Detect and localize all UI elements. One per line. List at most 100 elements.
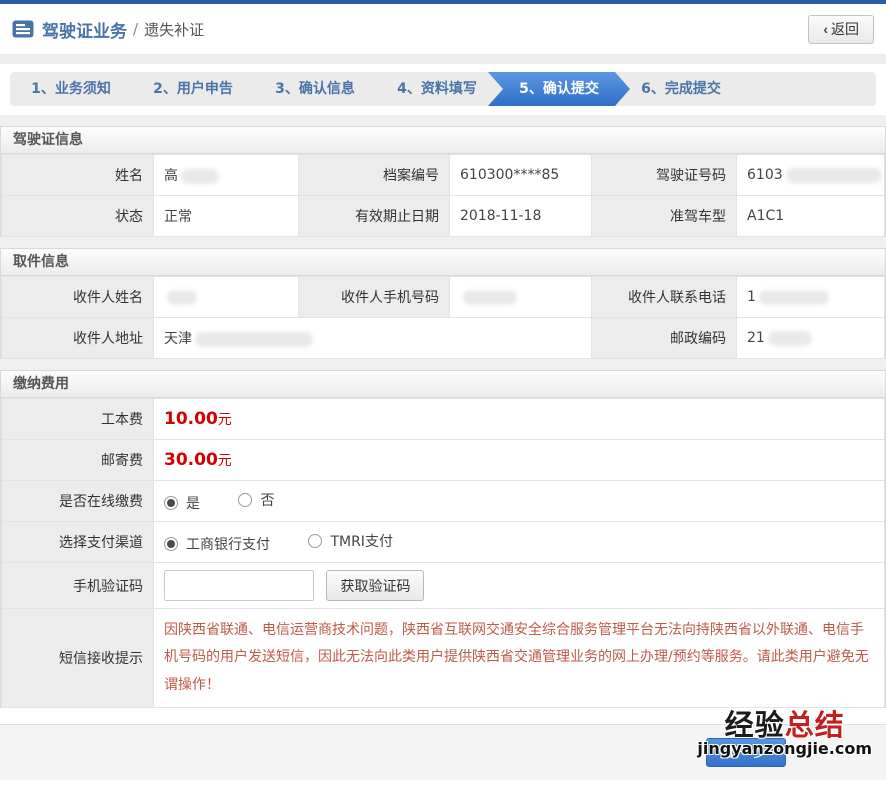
sms-notice-label: 短信接收提示 [1,608,154,708]
pay-channel-label: 选择支付渠道 [1,521,154,563]
step-tab-1[interactable]: 1、业务须知 [10,72,132,106]
step-tab-6[interactable]: 6、完成提交 [620,72,742,106]
card-fee-label: 工本费 [1,398,154,440]
recipient-address-label: 收件人地址 [1,317,154,359]
recipient-mobile-label: 收件人手机号码 [298,276,450,318]
get-sms-code-button[interactable]: 获取验证码 [326,570,425,601]
postage-fee-value: 30.00元 [153,439,885,481]
pay-channel-icbc-option[interactable]: 工商银行支付 [164,534,270,554]
redaction-smudge [785,167,882,183]
previous-step-button[interactable]: 上一步 [706,737,786,767]
online-pay-label: 是否在线缴费 [1,480,154,522]
table-row: 短信接收提示 因陕西省联通、电信运营商技术问题，陕西省互联网交通安全综合服务管理… [1,608,885,708]
main-panel: 1、业务须知 2、用户申告 3、确认信息 4、资料填写 5、确认提交 6、完成提… [0,64,886,789]
valid-until-value: 2018-11-18 [449,195,592,237]
radio-unchecked-icon[interactable] [238,492,253,507]
table-row: 收件人地址 天津 邮政编码 21 [1,317,885,359]
step-tab-2[interactable]: 2、用户申告 [132,72,254,106]
table-row: 工本费 10.00元 [1,398,885,440]
table-row: 收件人姓名 收件人手机号码 收件人联系电话 1 [1,276,885,318]
breadcrumb-divider: / [133,20,139,38]
recipient-address-value: 天津 [153,317,592,359]
name-value: 高 [153,154,299,196]
section-gap [0,359,886,370]
file-no-value: 610300****85 [449,154,592,196]
license-info-section: 驾驶证信息 姓名 高 档案编号 610300****85 驾驶证号码 6103 … [0,126,886,237]
online-pay-yes-option[interactable]: 是 [164,493,200,513]
redaction-smudge [195,331,313,347]
header: 驾驶证业务 / 遗失补证 ‹ 返回 [0,4,886,54]
recipient-phone-label: 收件人联系电话 [591,276,737,318]
postage-fee-label: 邮寄费 [1,439,154,481]
radio-checked-icon[interactable] [164,536,178,551]
pay-channel-options: 工商银行支付 TMRI支付 [153,521,885,563]
pay-channel-tmri-option[interactable]: TMRI支付 [308,531,393,551]
back-button[interactable]: ‹ 返回 [808,14,874,44]
valid-until-label: 有效期止日期 [298,195,450,237]
recipient-phone-value: 1 [736,276,885,318]
pay-channel-icbc-label[interactable]: 工商银行支付 [186,534,270,554]
payment-title: 缴纳费用 [1,371,885,398]
radio-checked-icon[interactable] [164,495,178,510]
license-info-table: 姓名 高 档案编号 610300****85 驾驶证号码 6103 状态 正常 … [1,154,885,237]
bottom-strip [0,779,886,789]
vehicle-class-label: 准驾车型 [591,195,737,237]
table-row: 选择支付渠道 工商银行支付 TMRI支付 [1,521,885,563]
pickup-info-section: 取件信息 收件人姓名 收件人手机号码 收件人联系电话 1 收件人地址 天津 邮政… [0,248,886,359]
form-list-icon [12,20,34,38]
breadcrumb-current: 遗失补证 [144,20,205,39]
redaction-smudge [181,168,219,184]
redaction-smudge [167,289,197,305]
redaction-smudge [758,289,829,305]
postage-fee-amount: 30.00 [164,450,218,470]
status-label: 状态 [1,195,154,237]
pickup-info-title: 取件信息 [1,249,885,276]
step-tab-3[interactable]: 3、确认信息 [254,72,376,106]
postal-code-label: 邮政编码 [591,317,737,359]
payment-section: 缴纳费用 工本费 10.00元 邮寄费 30.00元 是否在线缴费 是 否 选择… [0,370,886,708]
radio-unchecked-icon[interactable] [308,533,323,548]
section-gap [0,115,886,126]
vehicle-class-value: A1C1 [736,195,885,237]
license-info-title: 驾驶证信息 [1,127,885,154]
card-fee-unit: 元 [217,412,232,428]
sms-code-label: 手机验证码 [1,562,154,609]
online-pay-no-label[interactable]: 否 [260,490,274,510]
recipient-name-label: 收件人姓名 [1,276,154,318]
table-row: 手机验证码 获取验证码 [1,562,885,609]
online-pay-yes-label[interactable]: 是 [186,493,200,513]
license-no-value: 6103 [736,154,885,196]
status-value: 正常 [153,195,299,237]
redaction-smudge [767,330,812,346]
license-no-label: 驾驶证号码 [591,154,737,196]
sms-code-input[interactable] [164,570,314,601]
footer-bar: 上一步 [0,723,886,780]
card-fee-value: 10.00元 [153,398,885,440]
step-tab-4[interactable]: 4、资料填写 [376,72,498,106]
sms-code-field-cell: 获取验证码 [153,562,885,609]
redaction-smudge [463,289,517,305]
postage-fee-unit: 元 [217,453,232,469]
online-pay-no-option[interactable]: 否 [238,490,274,510]
sms-notice-text: 因陕西省联通、电信运营商技术问题，陕西省互联网交通安全综合服务管理平台无法向持陕… [153,608,885,708]
table-row: 邮寄费 30.00元 [1,439,885,481]
name-label: 姓名 [1,154,154,196]
table-row: 状态 正常 有效期止日期 2018-11-18 准驾车型 A1C1 [1,195,885,237]
step-tab-5-active[interactable]: 5、确认提交 [488,72,630,106]
table-row: 是否在线缴费 是 否 [1,480,885,522]
table-row: 姓名 高 档案编号 610300****85 驾驶证号码 6103 [1,154,885,196]
page: 驾驶证业务 / 遗失补证 ‹ 返回 1、业务须知 2、用户申告 3、确认信息 4… [0,0,886,789]
file-no-label: 档案编号 [298,154,450,196]
recipient-name-value [153,276,299,318]
header-gap [0,54,886,64]
recipient-mobile-value [449,276,592,318]
card-fee-amount: 10.00 [164,409,218,429]
online-pay-options: 是 否 [153,480,885,522]
chevron-left-icon: ‹ [823,21,828,37]
section-gap [0,237,886,248]
pickup-info-table: 收件人姓名 收件人手机号码 收件人联系电话 1 收件人地址 天津 邮政编码 21 [1,276,885,359]
page-title: 驾驶证业务 [42,21,127,42]
back-button-label: 返回 [831,21,859,37]
pay-channel-tmri-label[interactable]: TMRI支付 [330,531,393,551]
postal-code-value: 21 [736,317,885,359]
